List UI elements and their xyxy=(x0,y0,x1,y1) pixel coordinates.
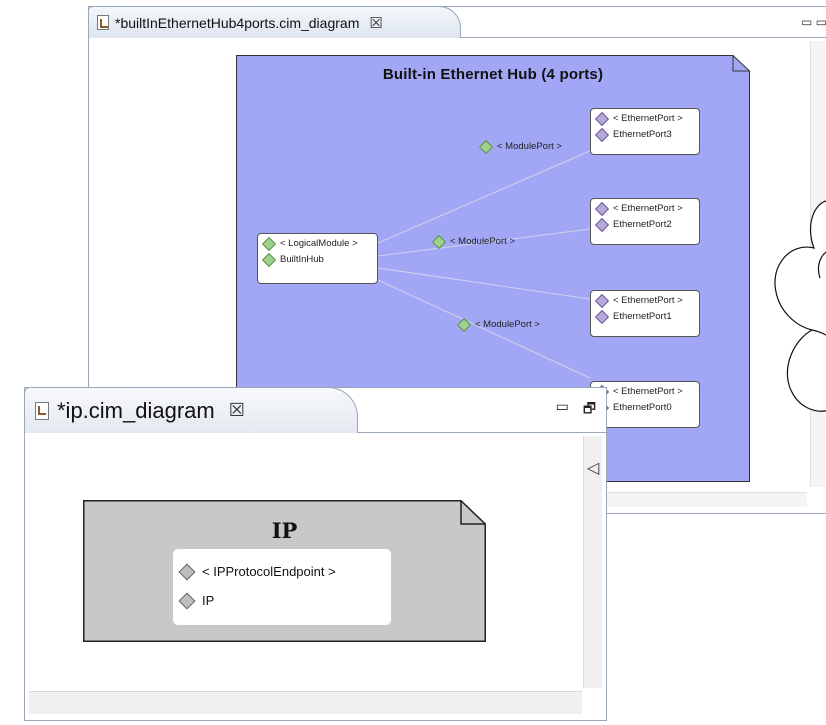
ip-endpoint-type: < IPProtocolEndpoint > xyxy=(202,564,336,579)
horizontal-scrollbar[interactable] xyxy=(29,691,582,714)
minimize-icon[interactable]: ▭ xyxy=(556,398,569,422)
hub-editor-tab[interactable]: *builtInEthernetHub4ports.cim_diagram ☒ xyxy=(88,6,461,38)
window-controls: ▭ 🗗 xyxy=(556,398,596,422)
close-tab-icon[interactable]: ☒ xyxy=(229,400,245,421)
port-diamond-icon xyxy=(594,127,610,143)
port-diamond-icon xyxy=(594,309,610,325)
ip-editor-tab-title: *ip.cim_diagram xyxy=(57,397,215,423)
collapse-palette-icon[interactable]: ◁ xyxy=(587,458,599,478)
diagram-file-icon xyxy=(97,15,109,30)
port-diamond-icon xyxy=(594,293,610,309)
restore-icon[interactable]: 🗗 xyxy=(583,398,596,422)
tab-bar-divider xyxy=(461,37,826,38)
module-port-icon xyxy=(431,234,447,249)
ip-endpoint-name: IP xyxy=(202,593,215,608)
diagram-file-icon xyxy=(35,401,49,420)
logical-module-node[interactable]: < LogicalModule > BuiltInHub xyxy=(257,233,378,284)
ethernet-port-node[interactable]: < EthernetPort > EthernetPort1 xyxy=(590,290,700,337)
logical-module-name: BuiltInHub xyxy=(280,254,324,265)
ip-endpoint-node[interactable]: < IPProtocolEndpoint > IP xyxy=(173,549,391,625)
module-port-icon xyxy=(478,139,494,154)
endpoint-diamond-icon xyxy=(178,592,196,609)
module-port-icon xyxy=(456,317,472,332)
hub-diagram-title: Built-in Ethernet Hub (4 ports) xyxy=(382,66,604,83)
endpoint-diamond-icon xyxy=(178,563,196,580)
ethernet-port-node[interactable]: < EthernetPort > EthernetPort2 xyxy=(590,198,700,245)
edge-label-port2[interactable]: < ModulePort > xyxy=(431,234,515,249)
tab-bar-divider xyxy=(358,432,608,433)
ip-editor-tab[interactable]: *ip.cim_diagram ☒ xyxy=(24,387,358,433)
logical-module-type: < LogicalModule > xyxy=(280,238,358,249)
close-tab-icon[interactable]: ☒ xyxy=(369,14,382,32)
ip-diagram-title: IP xyxy=(271,518,298,543)
module-diamond-icon xyxy=(261,252,277,268)
cloud-shape xyxy=(774,200,826,412)
port-diamond-icon xyxy=(594,217,610,233)
edge-label-port3[interactable]: < ModulePort > xyxy=(478,139,562,154)
port-diamond-icon xyxy=(594,111,610,127)
minimize-icon[interactable]: ▭ ▭ xyxy=(801,15,826,29)
vertical-scrollbar[interactable]: ◁ xyxy=(583,436,602,688)
hub-editor-tab-title: *builtInEthernetHub4ports.cim_diagram xyxy=(115,14,360,31)
port-diamond-icon xyxy=(594,201,610,217)
edge-label-port1[interactable]: < ModulePort > xyxy=(456,317,540,332)
module-diamond-icon xyxy=(261,236,277,252)
ethernet-port-node[interactable]: < EthernetPort > EthernetPort3 xyxy=(590,108,700,155)
